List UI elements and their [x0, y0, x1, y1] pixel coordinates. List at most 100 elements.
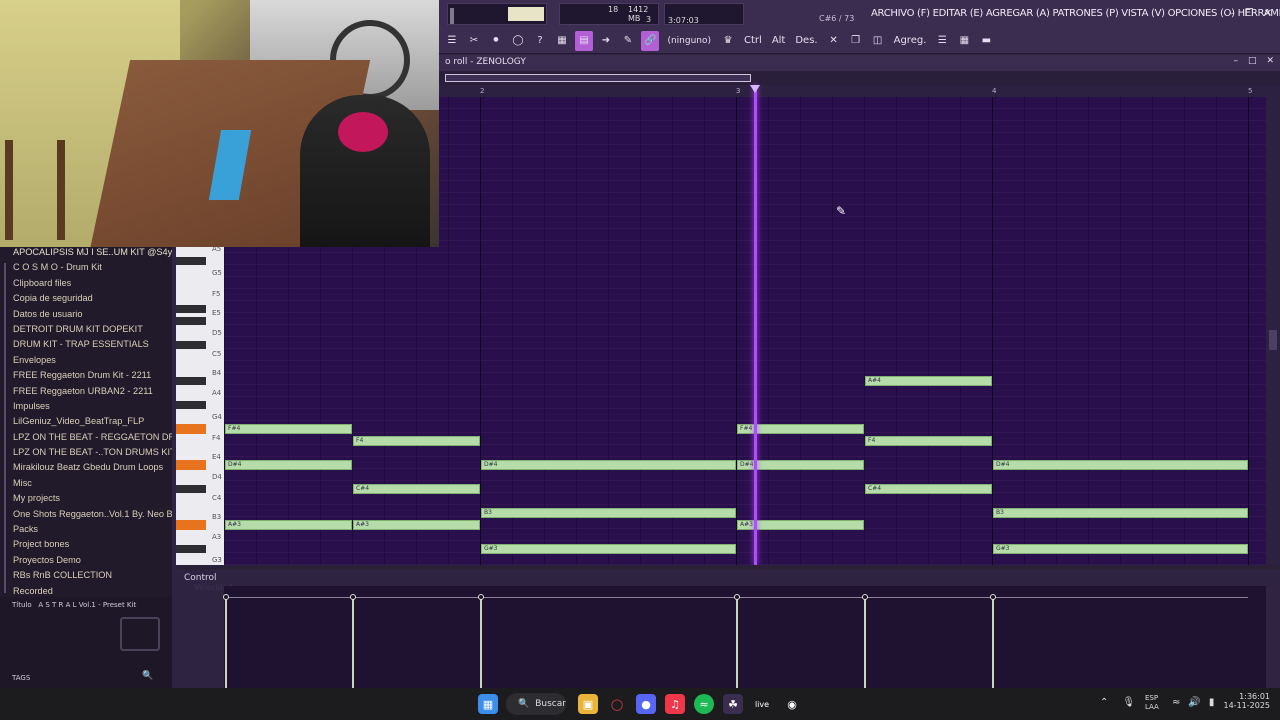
piano-roll-icon[interactable]: ▤: [575, 30, 593, 51]
link-icon[interactable]: 🔗: [641, 30, 660, 51]
black-key[interactable]: [176, 305, 206, 313]
black-key[interactable]: [176, 545, 206, 553]
channel-selector[interactable]: (ninguno): [663, 36, 715, 46]
black-key[interactable]: [176, 257, 206, 265]
browser-item[interactable]: One Shots Reggaeton..Vol.1 By. Neo Beats: [0, 509, 172, 524]
browser-item[interactable]: APOCALIPSIS MJ I SE..UM KIT @S4yn4 Vol1: [0, 247, 172, 262]
clock[interactable]: 1:36:01 14-11-2025: [1224, 692, 1271, 710]
file-explorer-icon[interactable]: ▣: [578, 694, 598, 714]
windows-start-icon[interactable]: ▦: [478, 694, 498, 714]
browser-item[interactable]: Copia de seguridad: [0, 293, 172, 308]
stamp-icon[interactable]: ♛: [719, 31, 737, 51]
piano-keyboard[interactable]: A5 G5 F5 E5 D5 C5 B4 A4 G4 F4 E4 D4 C4 B…: [176, 245, 224, 565]
playhead-marker-icon[interactable]: [750, 85, 760, 93]
velocity-handle[interactable]: [990, 594, 996, 600]
browser-item[interactable]: Proyectos Demo: [0, 555, 172, 570]
vertical-scrollbar[interactable]: [1266, 85, 1280, 565]
browser-item[interactable]: Clipboard files: [0, 278, 172, 293]
language-indicator[interactable]: ESP LAA: [1145, 694, 1159, 712]
velocity-bar[interactable]: [864, 597, 866, 688]
browser-item[interactable]: LPZ ON THE BEAT -..TON DRUMS KIT VOL.2: [0, 447, 172, 462]
chat-icon[interactable]: ◯: [509, 31, 527, 51]
browser-item[interactable]: Mirakilouz Beatz Gbedu Drum Loops: [0, 462, 172, 477]
velocity-bar[interactable]: [480, 597, 482, 688]
active-key-ds4[interactable]: [176, 460, 206, 470]
velocity-bar[interactable]: [352, 597, 354, 688]
black-key[interactable]: [176, 341, 206, 349]
delete-icon[interactable]: ✕: [825, 31, 843, 51]
velocity-handle[interactable]: [734, 594, 740, 600]
browser-item[interactable]: RBs RnB COLLECTION: [0, 570, 172, 585]
note-ds4[interactable]: D#4: [225, 460, 352, 470]
browser-item[interactable]: Datos de usuario: [0, 309, 172, 324]
browser-item[interactable]: FREE Reggaeton URBAN2 - 2211: [0, 386, 172, 401]
obs-icon[interactable]: ◉: [782, 694, 802, 714]
horizontal-scroll-thumb[interactable]: [445, 74, 751, 82]
snap-icon[interactable]: ▦: [553, 31, 571, 51]
pr-minimize-icon[interactable]: –: [1233, 56, 1238, 66]
volume-icon[interactable]: 🔊: [1188, 697, 1200, 708]
browser-item[interactable]: Packs: [0, 524, 172, 539]
control-label[interactable]: Control Velocidad: [176, 570, 233, 592]
discord-icon[interactable]: ●: [636, 694, 656, 714]
note-f4[interactable]: F4: [865, 436, 992, 446]
pr-maximize-icon[interactable]: □: [1248, 56, 1257, 66]
pr-close-icon[interactable]: ✕: [1266, 56, 1274, 66]
taskbar-search[interactable]: 🔍 Buscar: [506, 693, 566, 715]
velocity-handle[interactable]: [478, 594, 484, 600]
ableton-live-icon[interactable]: live: [752, 694, 772, 714]
black-key[interactable]: [176, 485, 206, 493]
cart-icon[interactable]: ▦: [955, 31, 973, 51]
browser-item[interactable]: C O S M O - Drum Kit: [0, 262, 172, 277]
tools-menu-icon[interactable]: ☰: [443, 31, 461, 51]
velocity-bar[interactable]: [736, 597, 738, 688]
velocity-lane[interactable]: [223, 586, 1266, 688]
main-menu[interactable]: ARCHIVO (F) EDITAR (E) AGREGAR (A) PATRO…: [871, 8, 1280, 19]
note-as3[interactable]: A#3: [353, 520, 480, 530]
vertical-scroll-thumb[interactable]: [1269, 330, 1277, 350]
spotify-icon[interactable]: ≈: [694, 694, 714, 714]
velocity-bar[interactable]: [992, 597, 994, 688]
lane-divider[interactable]: [176, 565, 1280, 570]
opera-icon[interactable]: ◯: [607, 694, 627, 714]
browser-item[interactable]: Project bones: [0, 539, 172, 554]
note-gs3[interactable]: G#3: [993, 544, 1248, 554]
pattern-icon[interactable]: ▬: [977, 31, 995, 51]
black-key[interactable]: [176, 377, 206, 385]
fl-studio-icon[interactable]: ☘: [723, 694, 743, 714]
velocity-handle[interactable]: [862, 594, 868, 600]
music-icon[interactable]: ♫: [665, 694, 685, 714]
note-ds4[interactable]: D#4: [993, 460, 1248, 470]
ctrl-button[interactable]: Ctrl: [741, 31, 765, 51]
browser-item[interactable]: LilGeniuz_Video_BeatTrap_FLP: [0, 416, 172, 431]
playhead[interactable]: [754, 85, 757, 565]
black-key[interactable]: [176, 317, 206, 325]
mic-icon[interactable]: ⚫: [487, 31, 505, 51]
note-b3[interactable]: B3: [481, 508, 736, 518]
help-icon[interactable]: ?: [531, 31, 549, 51]
note-ds4[interactable]: D#4: [481, 460, 736, 470]
note-as4[interactable]: A#4: [865, 376, 992, 386]
browser-item[interactable]: DETROIT DRUM KIT DOPEKIT: [0, 324, 172, 339]
battery-icon[interactable]: ▮: [1209, 697, 1215, 708]
note-cs4[interactable]: C#4: [353, 484, 480, 494]
note-f4[interactable]: F4: [353, 436, 480, 446]
agreg-button[interactable]: Agreg.: [891, 31, 930, 51]
browser-item[interactable]: DRUM KIT - TRAP ESSENTIALS: [0, 339, 172, 354]
microphone-icon[interactable]: 🎙: [1122, 697, 1135, 708]
browser-item[interactable]: My projects: [0, 493, 172, 508]
tag-search-icon[interactable]: 🔍: [142, 671, 153, 681]
chevron-up-icon[interactable]: ⌃: [1100, 697, 1108, 708]
horizontal-scrollbar[interactable]: [439, 71, 1280, 85]
note-gs3[interactable]: G#3: [481, 544, 736, 554]
note-b3[interactable]: B3: [993, 508, 1248, 518]
des-button[interactable]: Des.: [792, 31, 820, 51]
note-fs4[interactable]: F#4: [225, 424, 352, 434]
browser-item[interactable]: FREE Reggaeton Drum Kit - 2211: [0, 370, 172, 385]
paste-icon[interactable]: ◫: [869, 31, 887, 51]
wifi-icon[interactable]: ≈: [1172, 697, 1180, 708]
note-as3[interactable]: A#3: [225, 520, 352, 530]
restore-icon[interactable]: ❐: [1245, 8, 1254, 19]
copy-icon[interactable]: ❐: [847, 31, 865, 51]
black-key[interactable]: [176, 401, 206, 409]
